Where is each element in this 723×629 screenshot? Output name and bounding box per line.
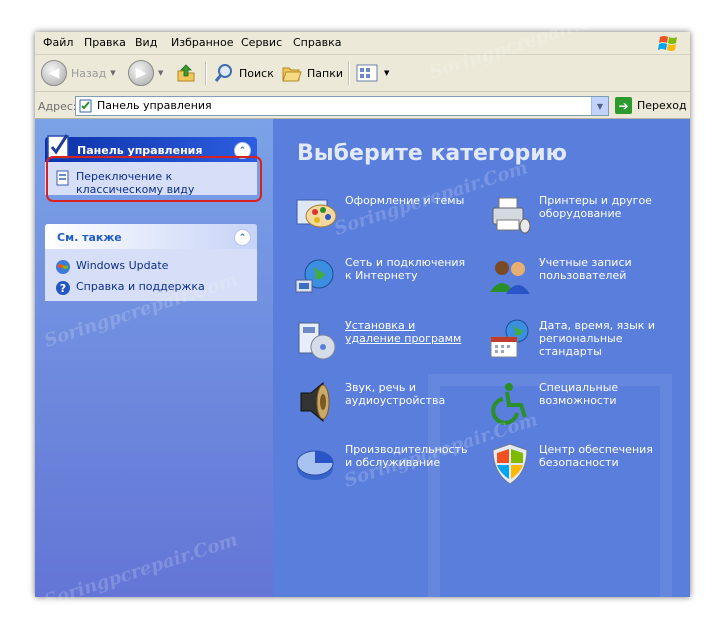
category-date-time-l2: региональные (539, 332, 623, 345)
menu-view[interactable]: Вид (135, 36, 157, 49)
go-button[interactable]: ➔ Переход (615, 97, 687, 114)
folders-label: Папки (307, 66, 343, 80)
category-network-l1: Сеть и подключения (345, 256, 466, 269)
category-add-remove-l1: Установка и (345, 319, 416, 332)
category-accessibility-l2: возможности (539, 394, 617, 407)
category-security-l2: безопасности (539, 456, 619, 469)
windows-update-icon (56, 260, 70, 274)
printer-icon (492, 197, 531, 234)
back-button[interactable]: ◀ Назад ▼ (41, 60, 116, 86)
menu-help[interactable]: Справка (293, 36, 341, 49)
date-time-icon (490, 319, 529, 358)
security-shield-icon (492, 443, 528, 485)
category-add-remove-l2: удаление программ (345, 332, 462, 345)
collapse-chevron-icon[interactable]: ⌃ (234, 229, 251, 246)
go-arrow-icon: ➔ (615, 97, 632, 114)
performance-icon (296, 450, 334, 480)
address-value: Панель управления (97, 99, 212, 112)
category-security-center[interactable]: Центр обеспечения безопасности (487, 441, 687, 487)
svg-text:?: ? (60, 282, 66, 295)
add-remove-icon (298, 322, 336, 360)
category-user-accounts-l1: Учетные записи (539, 256, 632, 269)
sound-icon (300, 381, 330, 423)
category-printers-l2: оборудование (539, 207, 622, 220)
category-accessibility-l1: Специальные (539, 381, 619, 394)
address-bar: Адрес: Панель управления ▼ ➔ Переход (35, 92, 690, 119)
address-label: Адрес: (38, 100, 77, 113)
category-date-time-l1: Дата, время, язык и (539, 319, 656, 332)
views-dropdown-icon[interactable]: ▼ (384, 69, 389, 77)
go-label: Переход (637, 99, 687, 112)
help-icon: ? (56, 281, 70, 295)
category-user-accounts[interactable]: Учетные записи пользователей (487, 254, 687, 300)
category-user-accounts-l2: пользователей (539, 269, 627, 282)
address-input[interactable]: Панель управления ▼ (75, 96, 609, 116)
category-network-l2: к Интернету (345, 269, 418, 282)
menu-edit[interactable]: Правка (84, 36, 126, 49)
see-also-title: См. также (57, 231, 122, 244)
folders-icon (282, 67, 302, 82)
users-icon (490, 261, 530, 294)
control-panel-small-icon (79, 99, 92, 113)
page-title: Выберите категорию (297, 141, 568, 166)
windows-update-label: Windows Update (76, 259, 169, 272)
views-button[interactable]: ▼ (356, 60, 389, 86)
search-icon (214, 64, 232, 82)
toolbar: ◀ Назад ▼ ▶ ▼ Поиск Папки ▼ (35, 55, 690, 92)
search-label: Поиск (239, 66, 274, 80)
menu-tools[interactable]: Сервис (241, 36, 282, 49)
category-date-time-l3: стандарты (539, 345, 602, 358)
network-icon (295, 259, 334, 293)
forward-dropdown-icon[interactable]: ▼ (158, 69, 163, 77)
menu-file[interactable]: Файл (43, 36, 73, 49)
see-also-section-header[interactable]: См. также ⌃ (45, 224, 257, 249)
category-date-time-language[interactable]: Дата, время, язык и региональные стандар… (487, 317, 687, 363)
address-dropdown-icon[interactable]: ▼ (591, 97, 608, 115)
category-printers-l1: Принтеры и другое (539, 194, 652, 207)
back-label: Назад (71, 66, 107, 80)
back-dropdown-icon[interactable]: ▼ (110, 69, 115, 77)
forward-arrow-icon: ▶ (128, 60, 154, 86)
up-folder-icon (177, 64, 195, 82)
task-pane: Панель управления ⌃ Переключение к класс… (35, 119, 273, 597)
highlight-outline (46, 156, 262, 202)
views-icon (356, 64, 378, 82)
menu-favorites[interactable]: Избранное (171, 36, 233, 49)
back-arrow-icon: ◀ (41, 60, 67, 86)
forward-button[interactable]: ▶ ▼ (128, 60, 163, 86)
windows-logo-icon (658, 36, 677, 51)
category-add-remove-programs[interactable]: Установка и удаление программ (293, 317, 493, 363)
menu-bar: Файл Правка Вид Избранное Сервис Справка (35, 32, 690, 55)
appearance-icon (296, 199, 337, 228)
category-sound[interactable]: Звук, речь и аудиоустройства (293, 379, 493, 425)
folders-button[interactable]: Папки (281, 60, 343, 86)
category-sound-l1: Звук, речь и (345, 381, 417, 394)
search-button[interactable]: Поиск (213, 60, 274, 86)
category-printers[interactable]: Принтеры и другое оборудование (487, 192, 687, 238)
category-sound-l2: аудиоустройства (345, 394, 446, 407)
category-security-l1: Центр обеспечения (539, 443, 653, 456)
category-network[interactable]: Сеть и подключения к Интернету (293, 254, 493, 300)
up-folder-button[interactable] (175, 60, 197, 86)
windows-update-link[interactable]: Windows Update (55, 259, 247, 275)
